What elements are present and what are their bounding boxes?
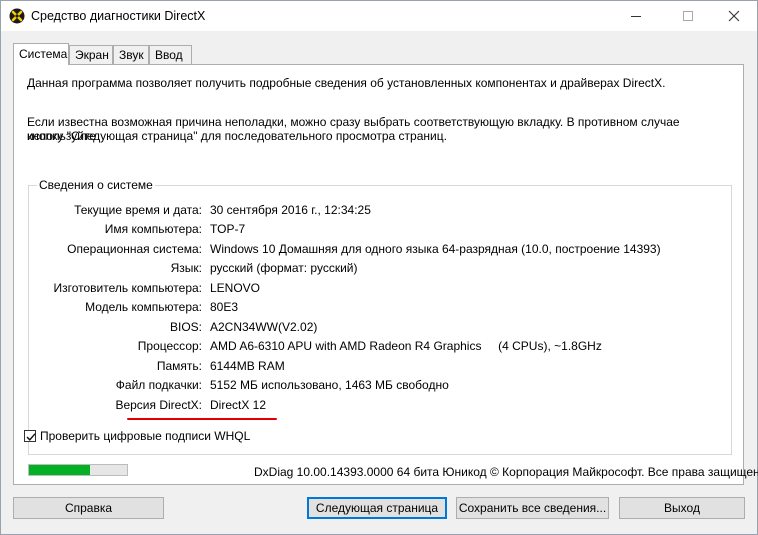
row-value: 80E3 — [210, 300, 239, 314]
whql-checkbox-label[interactable]: Проверить цифровые подписи WHQL — [40, 430, 250, 443]
minimize-icon — [631, 16, 641, 17]
close-icon — [728, 10, 740, 22]
system-info-group-title: Сведения о системе — [37, 178, 155, 192]
close-button[interactable] — [711, 1, 757, 31]
tab-display[interactable]: Экран — [69, 45, 113, 64]
directx-icon — [9, 8, 25, 24]
save-all-button[interactable]: Сохранить все сведения... — [456, 497, 609, 519]
row-value: русский (формат: русский) — [210, 261, 358, 275]
tab-system[interactable]: Система — [13, 43, 69, 65]
row-label: Память: — [156, 359, 202, 373]
progress-bar — [28, 464, 128, 476]
row-label: BIOS: — [169, 320, 202, 334]
help-button[interactable]: Справка — [13, 497, 164, 519]
minimize-button[interactable] — [613, 1, 659, 31]
row-label: Версия DirectX: — [115, 398, 202, 412]
row-label: Изготовитель компьютера: — [53, 281, 203, 295]
system-info-group: Сведения о системе Текущие время и дата:… — [28, 178, 733, 455]
row-model: Модель компьютера: 80E3 — [29, 300, 733, 314]
row-label: Текущие время и дата: — [74, 203, 202, 217]
exit-button[interactable]: Выход — [619, 497, 745, 519]
tab-input[interactable]: Ввод — [149, 45, 192, 64]
directx-version-highlight — [127, 418, 277, 420]
checkbox-box[interactable] — [24, 430, 36, 442]
row-label: Файл подкачки: — [115, 378, 202, 392]
row-label: Имя компьютера: — [104, 222, 202, 236]
directx-diagnostic-window: Средство диагностики DirectX Система Экр… — [0, 0, 758, 535]
intro-text-1: Данная программа позволяет получить подр… — [27, 76, 666, 90]
maximize-icon — [683, 11, 693, 21]
row-value: LENOVO — [210, 281, 261, 295]
row-value: Windows 10 Домашняя для одного языка 64-… — [210, 242, 661, 256]
row-value: AMD A6-6310 APU with AMD Radeon R4 Graph… — [210, 339, 602, 353]
row-language: Язык: русский (формат: русский) — [29, 261, 733, 275]
row-processor: Процессор: AMD A6-6310 APU with AMD Rade… — [29, 339, 733, 353]
tab-sound[interactable]: Звук — [113, 45, 149, 64]
row-label: Процессор: — [137, 339, 202, 353]
next-page-button[interactable]: Следующая страница — [307, 497, 447, 519]
row-value: 5152 МБ использовано, 1463 МБ свободно — [210, 378, 449, 392]
row-value: A2CN34WW(V2.02) — [210, 320, 318, 334]
checkmark-icon — [26, 433, 36, 441]
row-memory: Память: 6144MB RAM — [29, 359, 733, 373]
intro-text-2-line2: кнопку "Следующая страница" для последов… — [27, 129, 447, 143]
row-datetime: Текущие время и дата: 30 сентября 2016 г… — [29, 203, 733, 217]
row-os: Операционная система: Windows 10 Домашня… — [29, 242, 733, 256]
title-bar: Средство диагностики DirectX — [1, 1, 757, 31]
row-value: 6144MB RAM — [210, 359, 285, 373]
row-value: 30 сентября 2016 г., 12:34:25 — [210, 203, 371, 217]
maximize-button[interactable] — [665, 1, 711, 31]
progress-fill — [29, 465, 90, 475]
row-label: Операционная система: — [67, 242, 202, 256]
row-value: DirectX 12 — [210, 398, 267, 412]
row-label: Модель компьютера: — [85, 300, 202, 314]
window-title: Средство диагностики DirectX — [31, 9, 206, 23]
row-bios: BIOS: A2CN34WW(V2.02) — [29, 320, 733, 334]
dxdiag-version-text: DxDiag 10.00.14393.0000 64 бита Юникод ©… — [254, 465, 758, 479]
system-tab-panel: Данная программа позволяет получить подр… — [13, 64, 758, 485]
row-directx-version: Версия DirectX: DirectX 12 — [29, 398, 733, 412]
row-computer-name: Имя компьютера: TOP-7 — [29, 222, 733, 236]
row-manufacturer: Изготовитель компьютера: LENOVO — [29, 281, 733, 295]
row-value: TOP-7 — [210, 222, 246, 236]
row-label: Язык: — [170, 261, 202, 275]
row-pagefile: Файл подкачки: 5152 МБ использовано, 146… — [29, 378, 733, 392]
